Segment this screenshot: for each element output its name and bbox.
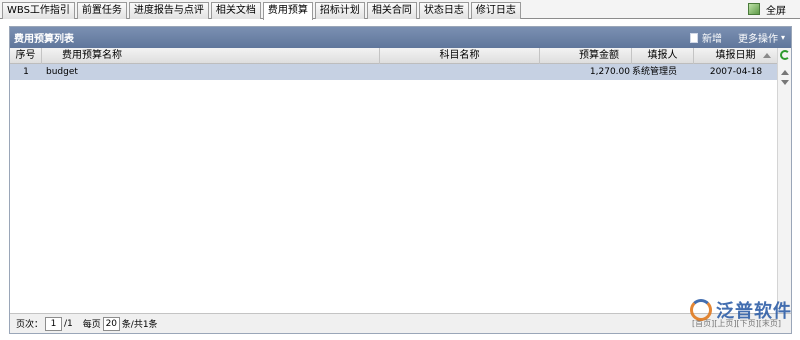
per-page-input[interactable] — [102, 316, 120, 331]
new-document-icon — [689, 32, 698, 43]
header-subject[interactable]: 科目名称 — [380, 48, 540, 64]
tab-revision-log[interactable]: 修订日志 — [470, 2, 521, 19]
cell-date: 2007-04-18 — [709, 67, 763, 77]
more-actions-button[interactable]: 更多操作 ▾ — [738, 30, 785, 45]
cell-subject — [380, 64, 540, 80]
panel-header: 费用预算列表 新增 更多操作 ▾ — [10, 27, 791, 48]
panel-title: 费用预算列表 — [14, 34, 74, 45]
current-page-input[interactable] — [45, 316, 63, 331]
tab-cost-budget[interactable]: 费用预算 — [262, 2, 313, 20]
tab-status-log[interactable]: 状态日志 — [418, 2, 469, 19]
tab-bidding-plan[interactable]: 招标计划 — [314, 2, 365, 19]
per-page-label: 每页 — [82, 320, 101, 330]
logo-icon — [690, 299, 712, 321]
scroll-up-icon[interactable] — [781, 70, 789, 75]
budget-table: 序号 费用预算名称 科目名称 预算金额 填报人 填报日期 1 budget 1,… — [10, 48, 791, 80]
tab-list: WBS工作指引 前置任务 进度报告与点评 相关文档 费用预算 招标计划 相关合同… — [2, 2, 523, 20]
fullscreen-button[interactable]: 全屏 — [748, 1, 786, 17]
tab-progress-report[interactable]: 进度报告与点评 — [128, 2, 209, 19]
fullscreen-icon — [748, 3, 760, 15]
cell-index: 1 — [23, 67, 29, 77]
table-row[interactable]: 1 budget 1,270.00 系统管理员 2007-04-18 — [10, 64, 791, 80]
tab-predecessor-tasks[interactable]: 前置任务 — [76, 2, 127, 19]
sort-ascending-icon — [763, 53, 771, 58]
table-header: 序号 费用预算名称 科目名称 预算金额 填报人 填报日期 — [10, 48, 791, 64]
tab-related-contracts[interactable]: 相关合同 — [366, 2, 417, 19]
vertical-scrollbar[interactable] — [777, 48, 791, 313]
add-button[interactable]: 新增 — [689, 30, 722, 45]
header-name[interactable]: 费用预算名称 — [42, 48, 380, 64]
cell-reporter: 系统管理员 — [632, 67, 678, 77]
cell-amount: 1,270.00 — [589, 67, 630, 77]
header-index[interactable]: 序号 — [10, 48, 42, 64]
watermark-text: 泛普软件 — [716, 301, 792, 322]
page-label: 页次： — [16, 320, 44, 330]
tab-wbs-guide[interactable]: WBS工作指引 — [2, 2, 75, 19]
chevron-down-icon: ▾ — [780, 33, 785, 42]
total-pages: /1 — [64, 318, 73, 329]
header-reporter[interactable]: 填报人 — [632, 48, 694, 64]
pagination-bar: 页次： /1 每页 条/共1条 [首页] [上页] [下页] [末页] — [10, 313, 791, 333]
cost-budget-panel: 费用预算列表 新增 更多操作 ▾ 序号 费用预算名称 科目名称 预算金额 填报人… — [9, 26, 792, 334]
header-date-label: 填报日期 — [715, 50, 756, 61]
add-label: 新增 — [701, 34, 722, 45]
watermark-logo: 泛普软件 — [690, 297, 792, 323]
scroll-down-icon[interactable] — [781, 80, 789, 85]
refresh-icon[interactable] — [780, 50, 790, 60]
fullscreen-label: 全屏 — [766, 5, 786, 17]
tab-bar: WBS工作指引 前置任务 进度报告与点评 相关文档 费用预算 招标计划 相关合同… — [0, 0, 800, 20]
tab-related-documents[interactable]: 相关文档 — [210, 2, 261, 19]
cell-name[interactable]: budget — [42, 64, 380, 80]
header-date[interactable]: 填报日期 — [694, 48, 778, 64]
header-amount[interactable]: 预算金额 — [540, 48, 632, 64]
more-actions-label: 更多操作 — [737, 34, 778, 45]
panel-actions: 新增 更多操作 ▾ — [689, 30, 791, 45]
record-summary: 条/共1条 — [121, 320, 158, 330]
